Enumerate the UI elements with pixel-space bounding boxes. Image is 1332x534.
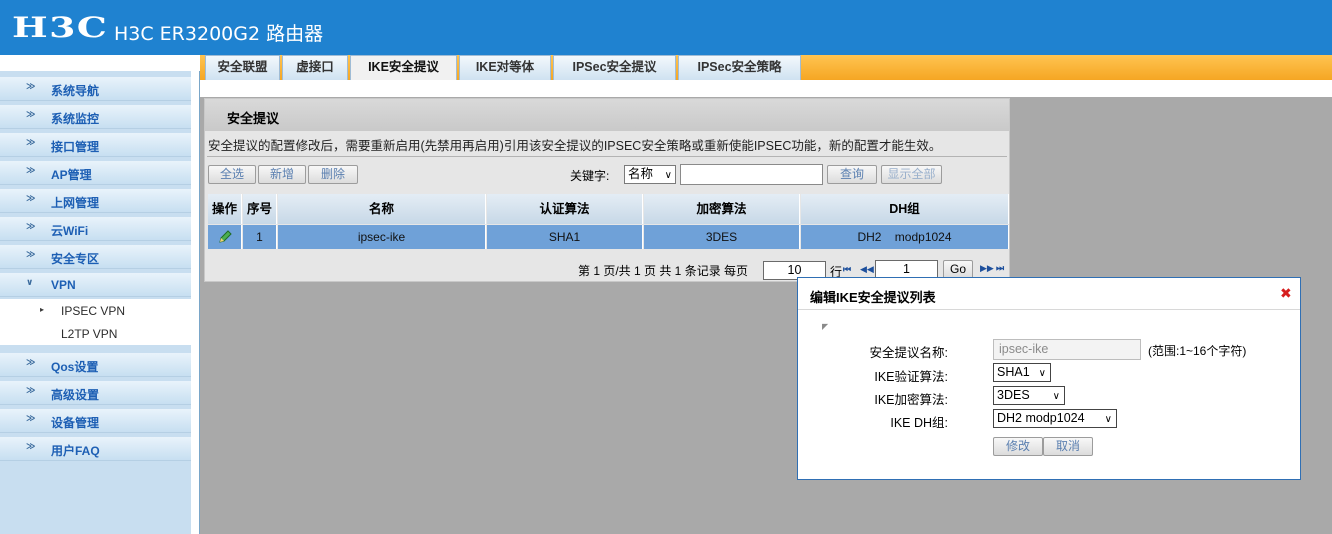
tab-ike-peer[interactable]: IKE对等体 <box>459 55 551 80</box>
cell-auth: SHA1 <box>487 225 643 249</box>
pager-summary: 第 1 页/共 1 页 共 1 条记录 每页 <box>578 264 749 278</box>
sidebar-item-qos[interactable]: ≫ Qos设置 <box>0 353 191 377</box>
query-button[interactable]: 查询 <box>827 165 877 184</box>
dialog-divider <box>798 309 1300 310</box>
app-title: H3C ER3200G2 路由器 <box>114 23 324 45</box>
ike-enc-select[interactable]: 3DES ∨ <box>993 386 1065 405</box>
dialog-title: 编辑IKE安全提议列表 <box>810 290 936 305</box>
sidebar-item-security[interactable]: ≫ 安全专区 <box>0 245 191 269</box>
app-header: H3C H3C ER3200G2 路由器 <box>0 0 1332 55</box>
chevron-down-icon: ∨ <box>1104 414 1112 425</box>
edit-row-button[interactable] <box>208 225 242 249</box>
tab-ipsec-proposal[interactable]: IPSec安全提议 <box>553 55 676 80</box>
expand-arrow-icon: ≫ <box>26 358 36 368</box>
sidebar-item-system-monitor[interactable]: ≫ 系统监控 <box>0 105 191 129</box>
expand-arrow-icon: ≫ <box>26 110 36 120</box>
ike-enc-label: IKE加密算法: <box>874 393 948 407</box>
keyword-label: 关键字: <box>570 169 610 183</box>
sidebar-item-advanced[interactable]: ≫ 高级设置 <box>0 381 191 405</box>
prev-page-icon[interactable]: ◀◀ <box>860 265 874 275</box>
first-page-icon[interactable]: ⏮ <box>843 265 851 275</box>
sidebar-item-user-faq[interactable]: ≫ 用户FAQ <box>0 437 191 461</box>
name-range-hint: (范围:1~16个字符) <box>1148 344 1247 358</box>
chevron-down-icon: ∨ <box>1052 391 1060 402</box>
col-header-name: 名称 <box>278 194 486 224</box>
chevron-down-icon: ∨ <box>1038 368 1046 379</box>
select-all-button[interactable]: 全选 <box>208 165 256 184</box>
h3c-logo: H3C <box>12 11 109 44</box>
panel-title-bar: 安全提议 <box>205 99 1009 131</box>
tab-virtual-interface[interactable]: 虚接口 <box>282 55 348 80</box>
edit-ike-proposal-dialog: 编辑IKE安全提议列表 ✖ ◤ 安全提议名称: ipsec-ike (范围:1~… <box>797 277 1301 480</box>
collapse-arrow-icon: ∨ <box>26 278 34 288</box>
col-header-dh: DH组 <box>801 194 1009 224</box>
resize-corner-icon: ◤ <box>822 322 829 331</box>
pencil-edit-icon <box>218 230 232 243</box>
sidebar-item-system-nav[interactable]: ≫ 系统导航 <box>0 77 191 101</box>
tab-content-strip <box>200 80 1332 97</box>
keyword-search-input[interactable] <box>680 164 823 185</box>
expand-arrow-icon: ≫ <box>26 166 36 176</box>
proposal-name-input[interactable]: ipsec-ike <box>993 339 1141 360</box>
col-header-action: 操作 <box>208 194 242 224</box>
sidebar-menu: ≫ 系统导航 ≫ 系统监控 ≫ 接口管理 ≫ AP管理 ≫ 上网管理 ≫ 云WiFi ≫ 安全… <box>0 71 191 534</box>
cell-index: 1 <box>243 225 277 249</box>
ike-dh-select[interactable]: DH2 modp1024 ∨ <box>993 409 1117 428</box>
expand-arrow-icon: ≫ <box>26 386 36 396</box>
modify-button[interactable]: 修改 <box>993 437 1043 456</box>
cell-enc: 3DES <box>644 225 800 249</box>
cell-name: ipsec-ike <box>278 225 486 249</box>
sidebar-item-internet-mgmt[interactable]: ≫ 上网管理 <box>0 189 191 213</box>
sidebar-item-device-mgmt[interactable]: ≫ 设备管理 <box>0 409 191 433</box>
expand-arrow-icon: ≫ <box>26 442 36 452</box>
chevron-down-icon: ∨ <box>664 170 672 181</box>
ike-dh-label: IKE DH组: <box>890 416 948 430</box>
expand-arrow-icon: ≫ <box>26 222 36 232</box>
ike-auth-label: IKE验证算法: <box>874 370 948 384</box>
bullet-arrow-icon: ▸ <box>40 305 45 314</box>
tab-bar: 安全联盟 虚接口 IKE安全提议 IKE对等体 IPSec安全提议 IPSec安… <box>200 55 1332 80</box>
col-header-auth: 认证算法 <box>487 194 643 224</box>
proposal-name-label: 安全提议名称: <box>869 346 948 360</box>
cell-dh: DH2 modp1024 <box>801 225 1009 249</box>
col-header-index: 序号 <box>243 194 277 224</box>
next-page-icon[interactable]: ▶▶ <box>980 264 994 274</box>
divider <box>207 156 1007 157</box>
col-header-enc: 加密算法 <box>644 194 800 224</box>
sidebar-item-vpn[interactable]: ∨ VPN <box>0 273 191 297</box>
show-all-button[interactable]: 显示全部 <box>881 165 942 184</box>
delete-button[interactable]: 删除 <box>308 165 358 184</box>
sidebar-subitem-ipsec-vpn[interactable]: ▸ IPSEC VPN <box>0 299 191 322</box>
last-page-icon[interactable]: ⏭ <box>996 264 1004 274</box>
add-button[interactable]: 新增 <box>258 165 306 184</box>
ike-auth-select[interactable]: SHA1 ∨ <box>993 363 1051 382</box>
sidebar-item-cloud-wifi[interactable]: ≫ 云WiFi <box>0 217 191 241</box>
expand-arrow-icon: ≫ <box>26 414 36 424</box>
cancel-button[interactable]: 取消 <box>1043 437 1093 456</box>
close-icon[interactable]: ✖ <box>1280 286 1292 302</box>
sidebar-subitem-l2tp-vpn[interactable]: L2TP VPN <box>0 322 191 345</box>
tab-ike-proposal[interactable]: IKE安全提议 <box>350 55 457 80</box>
panel-title: 安全提议 <box>227 111 280 126</box>
tab-security-association[interactable]: 安全联盟 <box>205 55 280 80</box>
keyword-field-select[interactable]: 名称 ∨ <box>624 165 676 184</box>
tab-ipsec-policy[interactable]: IPSec安全策略 <box>678 55 801 80</box>
expand-arrow-icon: ≫ <box>26 138 36 148</box>
expand-arrow-icon: ≫ <box>26 194 36 204</box>
sidebar: ≫ 系统导航 ≫ 系统监控 ≫ 接口管理 ≫ AP管理 ≫ 上网管理 ≫ 云WiFi ≫ 安全… <box>0 71 200 534</box>
sidebar-item-ap-mgmt[interactable]: ≫ AP管理 <box>0 161 191 185</box>
expand-arrow-icon: ≫ <box>26 250 36 260</box>
sidebar-item-interface-mgmt[interactable]: ≫ 接口管理 <box>0 133 191 157</box>
config-notice: 安全提议的配置修改后，需要重新启用(先禁用再启用)引用该安全提议的IPSEC安全… <box>208 139 942 153</box>
proposal-panel: 安全提议 安全提议的配置修改后，需要重新启用(先禁用再启用)引用该安全提议的IP… <box>204 98 1010 282</box>
expand-arrow-icon: ≫ <box>26 82 36 92</box>
